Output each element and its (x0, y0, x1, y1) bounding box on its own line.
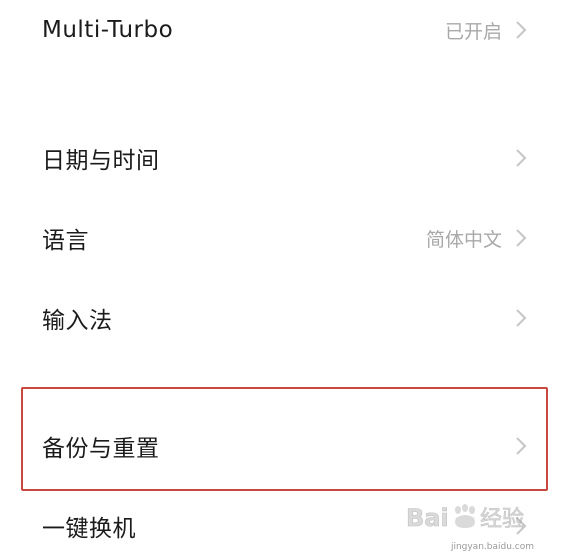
settings-item-label: 语言 (42, 228, 89, 254)
settings-item-label: 一键换机 (42, 516, 136, 542)
settings-item-backup-reset[interactable]: 备份与重置 (0, 416, 570, 476)
chevron-right-icon (512, 146, 530, 170)
chevron-right-icon (512, 18, 530, 42)
chevron-right-icon (512, 226, 530, 250)
settings-item-language[interactable]: 语言 简体中文 (0, 208, 570, 268)
chevron-right-icon (512, 434, 530, 458)
settings-item-value: 简体中文 (425, 228, 502, 251)
settings-item-input-method[interactable]: 输入法 (0, 288, 570, 348)
settings-item-multi-turbo[interactable]: Multi-Turbo 已开启 (0, 0, 570, 60)
settings-item-label: 输入法 (42, 308, 113, 334)
settings-item-label: 日期与时间 (42, 148, 160, 174)
svg-text:Bai: Bai (406, 504, 449, 532)
watermark-url: jingyan.baidu.com (450, 542, 534, 552)
settings-item-label: 备份与重置 (42, 436, 160, 462)
svg-text:经验: 经验 (480, 507, 524, 532)
baidu-watermark-logo: Bai 经验 (406, 496, 536, 542)
chevron-right-icon (512, 306, 530, 330)
settings-item-date-time[interactable]: 日期与时间 (0, 128, 570, 188)
settings-item-value: 已开启 (444, 20, 502, 43)
settings-item-label: Multi-Turbo (42, 17, 174, 43)
